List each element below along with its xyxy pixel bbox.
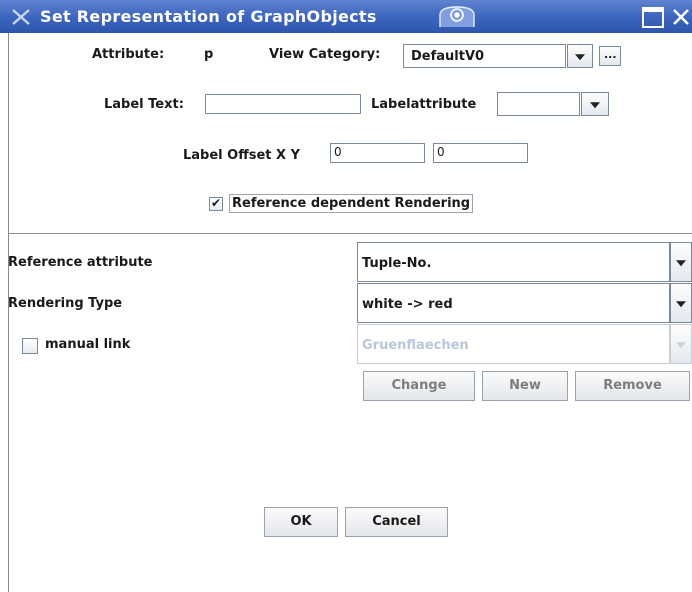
label-text-field[interactable] <box>205 94 361 114</box>
offset-x-field[interactable]: 0 <box>330 143 425 163</box>
window-title: Set Representation of GraphObjects <box>40 7 377 26</box>
remove-button[interactable]: Remove <box>575 371 690 401</box>
rendering-type-value: white -> red <box>362 297 453 312</box>
label-text-label: Label Text: <box>104 97 184 112</box>
panel-divider <box>8 233 692 234</box>
ref-dependent-label[interactable]: Reference dependent Rendering <box>229 194 474 213</box>
ok-button[interactable]: OK <box>264 507 338 537</box>
checkmark-icon: ✔ <box>211 196 222 210</box>
labelattribute-select[interactable] <box>497 92 580 116</box>
labelattribute-label: Labelattribute <box>371 97 477 112</box>
view-category-label: View Category: <box>269 47 381 62</box>
cancel-label: Cancel <box>372 514 421 529</box>
manual-link-checkbox[interactable] <box>22 338 38 354</box>
manual-link-dropdown-icon[interactable] <box>670 324 692 364</box>
ref-dependent-checkbox[interactable]: ✔ <box>209 196 223 211</box>
new-button[interactable]: New <box>482 371 568 401</box>
view-category-dropdown-icon[interactable] <box>567 44 593 68</box>
manual-link-value: Gruenflaechen <box>362 338 469 353</box>
reference-attribute-value: Tuple-No. <box>362 256 432 271</box>
manual-link-label[interactable]: manual link <box>45 337 130 352</box>
change-label: Change <box>391 378 447 393</box>
ok-label: OK <box>290 514 312 529</box>
view-category-value: DefaultV0 <box>411 49 485 64</box>
rendering-type-label: Rendering Type <box>8 296 123 311</box>
reference-attribute-label: Reference attribute <box>8 255 153 270</box>
cancel-button[interactable]: Cancel <box>345 507 448 537</box>
manual-link-select[interactable]: Gruenflaechen <box>357 324 670 364</box>
maximize-icon[interactable] <box>642 7 664 28</box>
more-label: ... <box>604 48 617 61</box>
labelattribute-dropdown-icon[interactable] <box>581 92 609 116</box>
rendering-type-dropdown-icon[interactable] <box>670 283 692 323</box>
attribute-label: Attribute: <box>92 47 165 62</box>
attribute-value: p <box>204 47 214 62</box>
view-category-select[interactable]: DefaultV0 <box>403 44 566 68</box>
close-icon[interactable] <box>670 6 692 28</box>
rendering-type-select[interactable]: white -> red <box>357 283 670 323</box>
more-button[interactable]: ... <box>599 46 621 66</box>
offset-y-field[interactable]: 0 <box>433 143 528 163</box>
reference-attribute-dropdown-icon[interactable] <box>670 242 692 282</box>
change-button[interactable]: Change <box>363 371 475 401</box>
window-menu-icon[interactable] <box>10 7 32 27</box>
new-label: New <box>509 378 541 393</box>
reference-attribute-select[interactable]: Tuple-No. <box>357 242 670 282</box>
minimize-icon[interactable] <box>438 5 476 27</box>
remove-label: Remove <box>603 378 662 393</box>
label-offset-label: Label Offset X Y <box>183 148 300 163</box>
